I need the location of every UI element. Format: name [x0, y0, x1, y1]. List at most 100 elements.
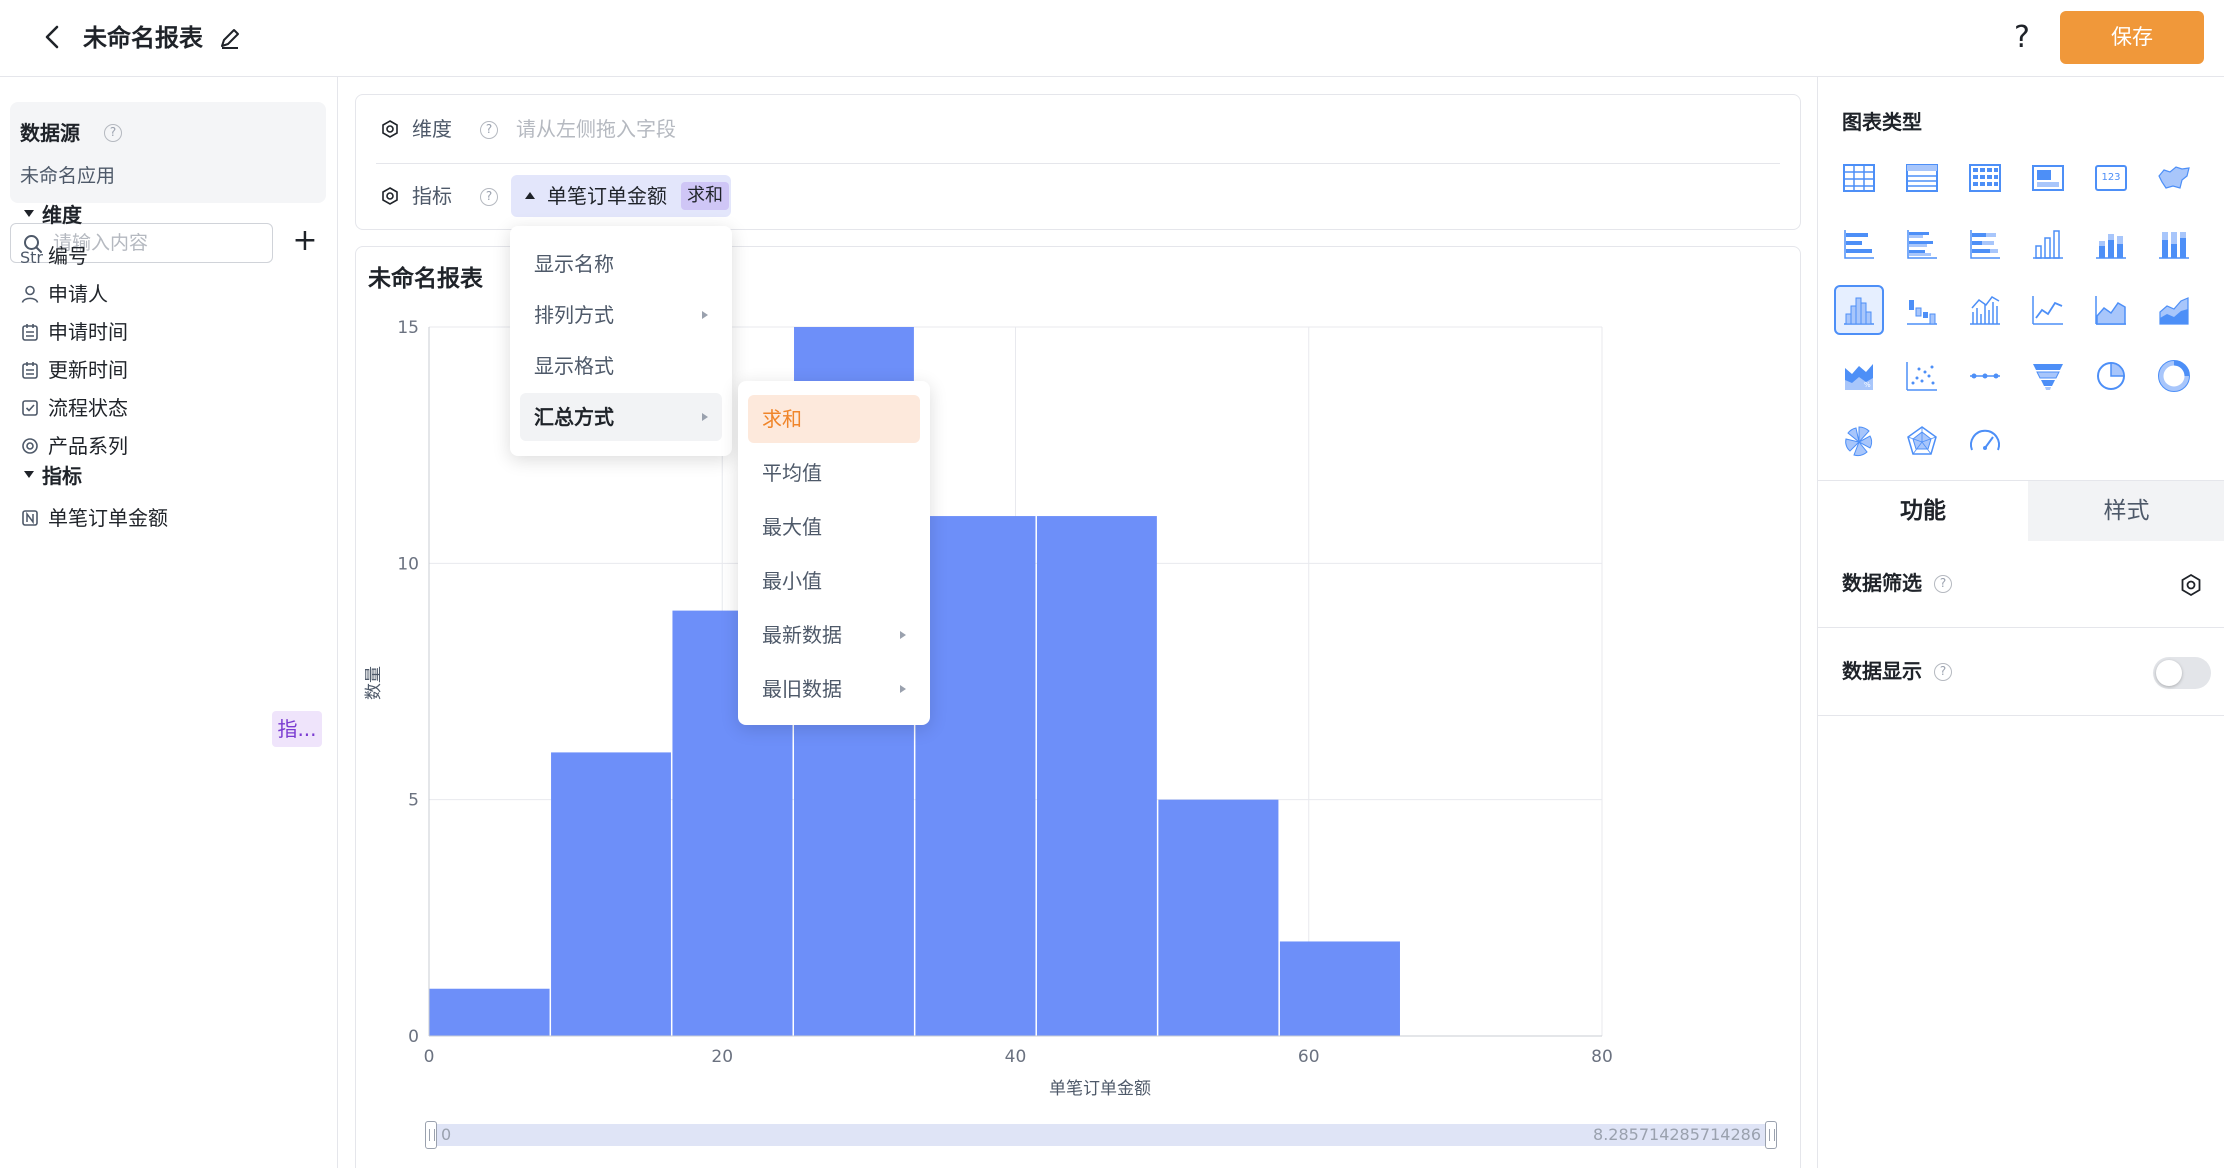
column-icon[interactable]	[2023, 219, 2073, 269]
field-item-apply-time[interactable]: 申请时间	[20, 313, 320, 351]
top-bar: 未命名报表 ? 保存	[0, 0, 2224, 77]
area-percent-icon[interactable]: %	[1834, 351, 1884, 401]
waterfall-icon[interactable]	[1897, 285, 1947, 335]
histogram-bar[interactable]	[551, 752, 671, 1036]
funnel-icon[interactable]	[2023, 351, 2073, 401]
histogram-bar[interactable]	[429, 988, 550, 1036]
histogram-bar[interactable]	[915, 516, 1036, 1036]
submenu-item-latest[interactable]: 最新数据	[748, 611, 920, 659]
metric-section-title: 指标	[42, 464, 82, 488]
column-percent-icon[interactable]	[2149, 219, 2199, 269]
chart-title: 未命名报表	[368, 266, 483, 292]
field-label: 产品系列	[48, 434, 128, 458]
menu-item-label: 平均值	[762, 461, 822, 485]
field-item-order-amount[interactable]: 单笔订单金额	[20, 499, 320, 537]
donut-icon[interactable]	[2149, 351, 2199, 401]
datasource-title: 数据源	[20, 121, 80, 145]
pivot-table-icon[interactable]	[1960, 153, 2010, 203]
x-tick-label: 20	[711, 1047, 733, 1067]
y-tick-label: 5	[408, 791, 419, 811]
field-label: 更新时间	[48, 358, 128, 382]
pie-icon[interactable]	[2086, 351, 2136, 401]
nightingale-icon[interactable]	[1834, 417, 1884, 467]
y-tick-label: 0	[408, 1027, 419, 1047]
radar-icon[interactable]	[1897, 417, 1947, 467]
histogram-bar[interactable]	[1279, 941, 1400, 1036]
line-icon[interactable]	[2023, 285, 2073, 335]
save-button[interactable]: 保存	[2060, 11, 2204, 64]
scatter-icon[interactable]	[1897, 351, 1947, 401]
histogram-bar[interactable]	[1158, 799, 1279, 1036]
help-icon[interactable]: ?	[1934, 663, 1952, 681]
submenu-item-average[interactable]: 平均值	[748, 449, 920, 497]
x-tick-label: 40	[1005, 1047, 1027, 1067]
field-item-product-series[interactable]: 产品系列	[20, 427, 320, 465]
submenu-item-sum[interactable]: 求和	[748, 395, 920, 443]
chart-settings-panel: 图表类型 123% 功能 样式 数据筛选 ? 数据显示 ?	[1817, 77, 2224, 1168]
map-icon[interactable]	[2149, 153, 2199, 203]
menu-item-display-name[interactable]: 显示名称	[520, 240, 722, 288]
metric-aggregation-badge: 求和	[681, 182, 729, 210]
submenu-item-oldest[interactable]: 最旧数据	[748, 665, 920, 713]
submenu-arrow-icon	[702, 311, 708, 319]
field-item-applicant[interactable]: 申请人	[20, 275, 320, 313]
menu-item-label: 最小值	[762, 569, 822, 593]
checkbox-icon	[22, 399, 38, 416]
field-item-flow-status[interactable]: 流程状态	[20, 389, 320, 427]
field-item-id[interactable]: Str 编号	[20, 237, 320, 275]
area-icon[interactable]	[2086, 285, 2136, 335]
data-filter-row[interactable]: 数据筛选 ?	[1818, 540, 2224, 628]
card-icon[interactable]	[2023, 153, 2073, 203]
number-card-icon[interactable]: 123	[2086, 153, 2136, 203]
toggle-knob	[2156, 660, 2182, 686]
calendar-icon	[22, 361, 38, 379]
slider-track[interactable]	[430, 1124, 1772, 1146]
bar-horizontal-stacked-icon[interactable]	[1960, 219, 2010, 269]
tab-style[interactable]: 样式	[2028, 481, 2224, 541]
data-display-toggle[interactable]	[2153, 657, 2211, 689]
histogram-bar[interactable]	[1036, 516, 1157, 1036]
menu-item-label: 最新数据	[762, 623, 842, 647]
submenu-item-min[interactable]: 最小值	[748, 557, 920, 605]
menu-item-format[interactable]: 显示格式	[520, 342, 722, 390]
field-item-update-time[interactable]: 更新时间	[20, 351, 320, 389]
metric-section-toggle[interactable]: 指标	[24, 461, 82, 491]
dimension-settings-icon	[382, 120, 398, 138]
metric-chip[interactable]: 单笔订单金额 求和	[511, 175, 731, 217]
menu-item-label: 汇总方式	[534, 405, 614, 429]
dimension-section-toggle[interactable]: 维度	[24, 200, 82, 230]
column-stacked-icon[interactable]	[2086, 219, 2136, 269]
histogram-icon[interactable]	[1834, 285, 1884, 335]
table-icon[interactable]	[1834, 153, 1884, 203]
submenu-arrow-icon	[900, 685, 906, 693]
help-icon[interactable]: ?	[480, 188, 498, 206]
tab-function[interactable]: 功能	[1818, 481, 2028, 541]
chart-type-title: 图表类型	[1842, 110, 1922, 134]
help-icon[interactable]: ?	[480, 121, 498, 139]
slider-start-handle[interactable]	[425, 1121, 437, 1149]
edit-pencil-icon[interactable]	[216, 24, 244, 52]
area-stacked-icon[interactable]	[2149, 285, 2199, 335]
caret-up-icon	[525, 192, 535, 199]
filter-settings-icon[interactable]	[2179, 573, 2203, 597]
dimension-drop-zone[interactable]: 请从左侧拖入字段	[516, 114, 676, 144]
gauge-icon[interactable]	[1960, 417, 2010, 467]
detail-table-icon[interactable]	[1897, 153, 1947, 203]
datasource-card[interactable]: 数据源 ? 未命名应用	[10, 102, 326, 203]
back-icon[interactable]	[38, 22, 68, 52]
menu-item-sort[interactable]: 排列方式	[520, 291, 722, 339]
data-range-slider[interactable]: 0 8.285714285714286	[425, 1121, 1777, 1149]
help-icon[interactable]: ?	[104, 124, 122, 142]
bar-horizontal-icon[interactable]	[1834, 219, 1884, 269]
field-panel: 数据源 ? 未命名应用 + 维度 Str编号 申请人 申请时间 更新时间 流程状…	[0, 77, 338, 1168]
dot-line-icon[interactable]	[1960, 351, 2010, 401]
help-icon[interactable]: ?	[1934, 575, 1952, 593]
slider-end-handle[interactable]	[1765, 1121, 1777, 1149]
field-label: 流程状态	[48, 396, 128, 420]
bar-horizontal-grouped-icon[interactable]	[1897, 219, 1947, 269]
submenu-arrow-icon	[702, 413, 708, 421]
menu-item-aggregation[interactable]: 汇总方式	[520, 393, 722, 441]
submenu-item-max[interactable]: 最大值	[748, 503, 920, 551]
column-line-icon[interactable]	[1960, 285, 2010, 335]
help-icon[interactable]: ?	[2005, 18, 2039, 58]
